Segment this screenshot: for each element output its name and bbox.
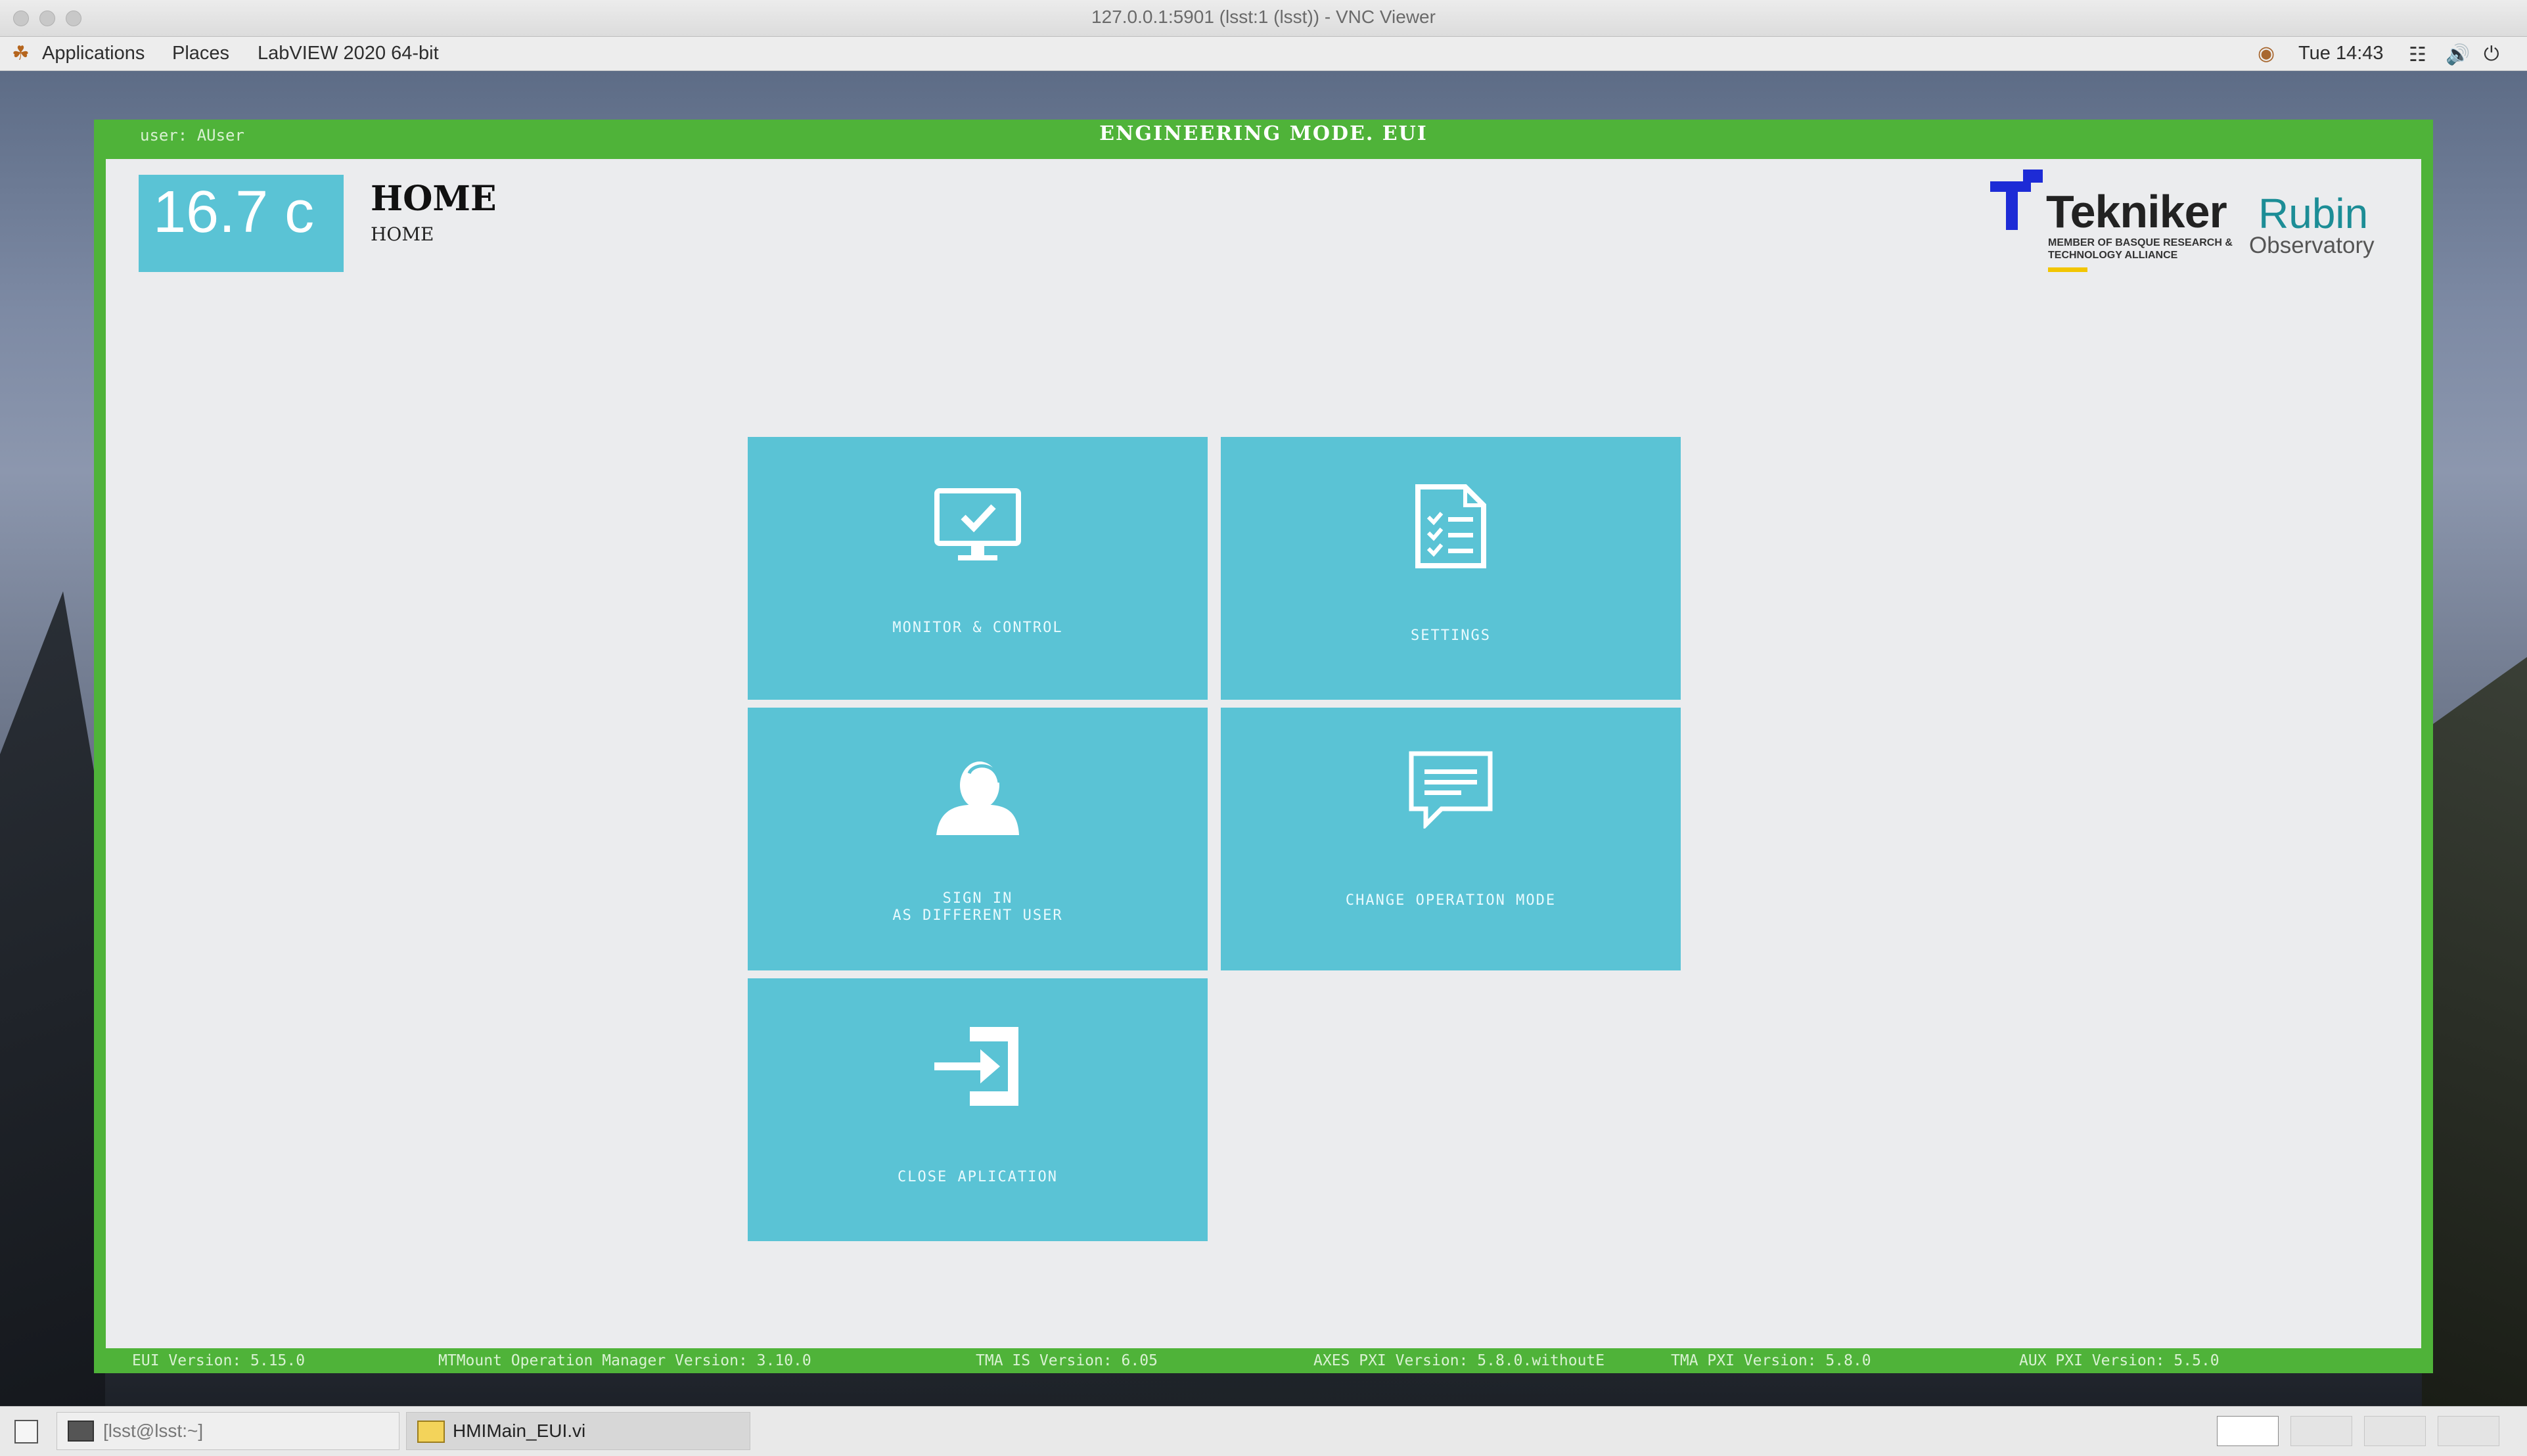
vnc-window-title: 127.0.0.1:5901 (lsst:1 (lsst)) - VNC Vie… [1091,7,1436,27]
vnc-titlebar: 127.0.0.1:5901 (lsst:1 (lsst)) - VNC Vie… [0,0,2527,37]
rubin-logo-text: Rubin [2258,190,2369,237]
workspace-1[interactable] [2217,1416,2279,1446]
status-icon[interactable]: ◉ [2258,42,2275,65]
tekniker-logo-icon [1990,170,2043,230]
monitor-control-button[interactable]: MONITOR & CONTROL [748,437,1208,700]
volume-icon[interactable]: 🔊 [2446,43,2470,66]
panel-clock[interactable]: Tue 14:43 [2298,43,2384,64]
breadcrumb: HOME [371,223,434,245]
taskbar-item-label: [lsst@lsst:~] [103,1421,204,1441]
settings-button[interactable]: SETTINGS [1221,437,1681,700]
eui-window: user: AUser ENGINEERING MODE. EUI 16.7 c… [94,120,2433,1373]
applications-menu[interactable]: Applications [42,43,145,64]
workspace-3[interactable] [2364,1416,2426,1446]
close-application-button[interactable]: CLOSE APLICATION [748,978,1208,1241]
tekniker-logo-accent [2048,267,2087,272]
taskbar: [lsst@lsst:~] HMIMain_EUI.vi [0,1406,2527,1456]
settings-label: SETTINGS [1411,627,1491,644]
sign-in-different-user-label: SIGN IN AS DIFFERENT USER [892,890,1063,924]
desktop-wallpaper-right [2422,657,2527,1406]
active-app-menu[interactable]: LabVIEW 2020 64-bit [258,43,439,64]
monitor-control-label: MONITOR & CONTROL [892,620,1063,636]
places-menu[interactable]: Places [172,43,229,64]
axes-pxi-version: AXES PXI Version: 5.8.0.withoutE [1313,1352,1605,1369]
tekniker-logo-text: Tekniker [2046,186,2227,237]
aux-pxi-version: AUX PXI Version: 5.5.0 [2019,1352,2220,1369]
monitor-check-icon [934,488,1021,560]
tma-pxi-version: TMA PXI Version: 5.8.0 [1671,1352,1871,1369]
change-operation-mode-button[interactable]: CHANGE OPERATION MODE [1221,708,1681,970]
tma-is-version: TMA IS Version: 6.05 [976,1352,1158,1369]
sign-in-different-user-button[interactable]: SIGN IN AS DIFFERENT USER [748,708,1208,970]
sign-in-arrow-icon [934,1027,1018,1106]
eui-version: EUI Version: 5.15.0 [132,1352,306,1369]
show-desktop-icon[interactable] [14,1420,38,1444]
taskbar-item-label: HMIMain_EUI.vi [453,1421,586,1441]
eui-home-panel: 16.7 c HOME HOME Tekniker MEMBER OF BASQ… [106,159,2421,1348]
temperature-display: 16.7 c [139,175,344,272]
network-icon[interactable]: ☷ [2409,43,2426,66]
mtmount-version: MTMount Operation Manager Version: 3.10.… [438,1352,811,1369]
eui-window-title: ENGINEERING MODE. EUI [1099,122,1428,145]
user-icon [936,762,1019,835]
labview-vi-icon [417,1421,445,1443]
taskbar-item-terminal[interactable]: [lsst@lsst:~] [57,1412,399,1450]
page-title: HOME [371,179,497,219]
gnome-top-panel: ☘ Applications Places LabVIEW 2020 64-bi… [0,37,2527,71]
workspace-4[interactable] [2438,1416,2499,1446]
change-operation-mode-label: CHANGE OPERATION MODE [1345,892,1557,909]
power-icon[interactable]: ⏻ [2484,43,2499,66]
version-footer: EUI Version: 5.15.0 MTMount Operation Ma… [94,1348,2433,1373]
checklist-document-icon [1415,484,1486,568]
workspace-2[interactable] [2290,1416,2352,1446]
terminal-icon [68,1421,94,1442]
gnome-foot-icon[interactable]: ☘ [12,42,30,65]
tekniker-logo-subtitle: MEMBER OF BASQUE RESEARCH & TECHNOLOGY A… [2048,237,2233,261]
rubin-logo-subtitle: Observatory [2249,233,2375,258]
close-application-label: CLOSE APLICATION [898,1169,1058,1185]
chat-message-icon [1409,751,1493,829]
taskbar-item-labview[interactable]: HMIMain_EUI.vi [406,1412,750,1450]
